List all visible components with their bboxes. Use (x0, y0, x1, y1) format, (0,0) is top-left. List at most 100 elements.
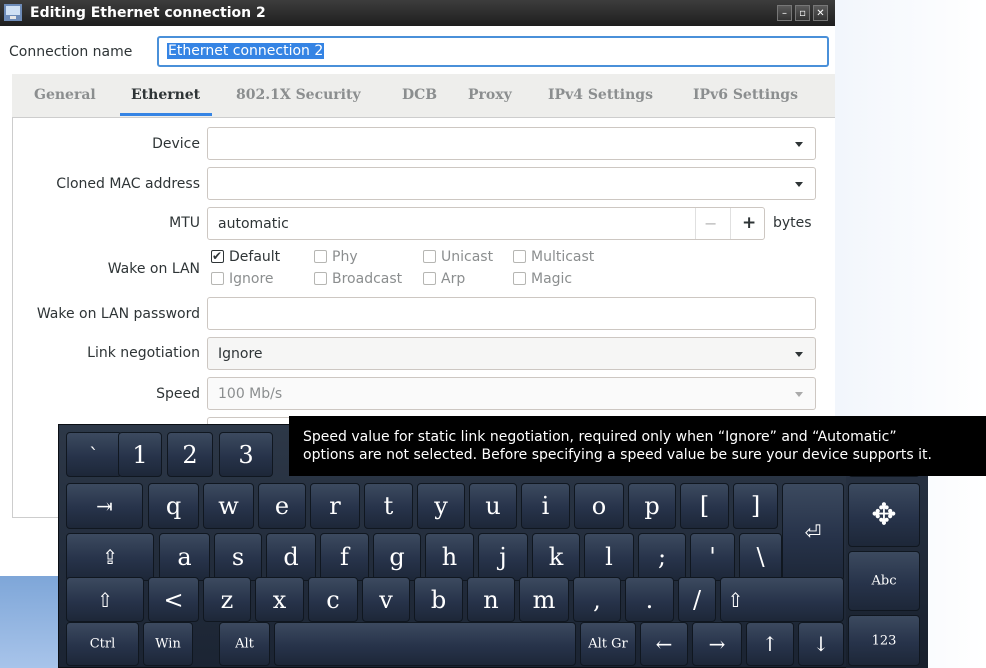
connection-name-value: Ethernet connection 2 (167, 43, 325, 59)
arrow-down-icon: ↓ (812, 632, 830, 656)
key-quote[interactable]: ' (690, 533, 735, 581)
key-comma[interactable]: , (573, 577, 621, 622)
key-slash[interactable]: / (678, 577, 716, 622)
connection-name-row: Connection name Ethernet connection 2 (0, 34, 835, 68)
key-arrow-right[interactable]: → (692, 622, 742, 666)
device-combo[interactable] (207, 127, 816, 160)
tab-dcb[interactable]: DCB (402, 87, 437, 103)
key-z[interactable]: z (203, 577, 251, 622)
tab-ethernet[interactable]: Ethernet (131, 87, 200, 103)
wol-phy-label: Phy (332, 249, 358, 265)
speed-combo[interactable]: 100 Mb/s (207, 377, 816, 410)
key-tab[interactable]: ⇥ (66, 483, 143, 529)
key-ctrl[interactable]: Ctrl (66, 622, 139, 666)
key-win[interactable]: Win (143, 622, 193, 666)
key-alt-gr[interactable]: Alt Gr (580, 622, 636, 666)
key-y[interactable]: y (417, 483, 465, 529)
key-space[interactable] (274, 622, 576, 666)
key-q[interactable]: q (148, 483, 199, 529)
tab-proxy[interactable]: Proxy (468, 87, 512, 103)
key-x[interactable]: x (255, 577, 304, 622)
key-d[interactable]: d (266, 533, 316, 581)
key-enter[interactable]: ⏎ (782, 483, 844, 581)
key-j[interactable]: j (478, 533, 528, 581)
key-p[interactable]: p (628, 483, 676, 529)
key-backslash[interactable]: \ (739, 533, 782, 581)
wol-phy-checkbox[interactable]: Phy (314, 249, 358, 265)
mtu-increment-button[interactable]: + (742, 213, 756, 233)
key-2[interactable]: 2 (167, 432, 213, 477)
wol-arp-checkbox[interactable]: Arp (423, 271, 465, 287)
key-move[interactable]: ✥ (848, 483, 920, 547)
wol-unicast-checkbox[interactable]: Unicast (423, 249, 493, 265)
active-tab-indicator (120, 113, 212, 116)
wol-broadcast-label: Broadcast (332, 271, 403, 287)
key-arrow-down[interactable]: ↓ (798, 622, 844, 666)
key-caps-lock[interactable]: ⇪ (66, 533, 154, 581)
key-s[interactable]: s (214, 533, 262, 581)
tab-ipv4-settings[interactable]: IPv4 Settings (548, 87, 653, 103)
key-semicolon[interactable]: ; (638, 533, 686, 581)
key-abc[interactable]: Abc (848, 551, 920, 611)
wol-multicast-checkbox[interactable]: Multicast (513, 249, 594, 265)
key-e[interactable]: e (258, 483, 306, 529)
wol-ignore-checkbox[interactable]: Ignore (211, 271, 274, 287)
key-alt[interactable]: Alt (219, 622, 270, 666)
wol-arp-label: Arp (441, 271, 466, 287)
mtu-decrement-button[interactable]: − (704, 214, 717, 233)
cloned-mac-combo[interactable] (207, 167, 816, 200)
wol-default-checkbox[interactable]: Default (211, 248, 281, 265)
checkbox-icon (513, 250, 526, 263)
title-bar[interactable]: Editing Ethernet connection 2 – ▫ ✕ (0, 0, 835, 26)
wol-unicast-label: Unicast (441, 249, 494, 265)
key-period[interactable]: . (625, 577, 674, 622)
key-g[interactable]: g (373, 533, 421, 581)
maximize-button[interactable]: ▫ (795, 5, 810, 21)
tooltip-line-1: Speed value for static link negotiation,… (303, 429, 897, 445)
key-arrow-left[interactable]: ← (640, 622, 688, 666)
key-123[interactable]: 123 (848, 615, 920, 666)
key-u[interactable]: u (469, 483, 517, 529)
minimize-button[interactable]: – (777, 5, 792, 21)
key-r[interactable]: r (310, 483, 360, 529)
key-1[interactable]: 1 (118, 432, 162, 477)
link-negotiation-value: Ignore (218, 346, 263, 362)
key-c[interactable]: c (308, 577, 358, 622)
wol-broadcast-checkbox[interactable]: Broadcast (314, 271, 402, 287)
key-arrow-up[interactable]: ↑ (746, 622, 794, 666)
key-v[interactable]: v (362, 577, 410, 622)
key-i[interactable]: i (521, 483, 570, 529)
key-less-than[interactable]: < (148, 577, 199, 622)
desktop-background (0, 576, 60, 668)
key-o[interactable]: o (574, 483, 624, 529)
key-n[interactable]: n (467, 577, 515, 622)
connection-name-input[interactable]: Ethernet connection 2 (157, 36, 829, 67)
key-b[interactable]: b (414, 577, 463, 622)
key-a[interactable]: a (159, 533, 210, 581)
key-t[interactable]: t (364, 483, 413, 529)
key-w[interactable]: w (203, 483, 254, 529)
wol-default-label: Default (229, 249, 281, 265)
tab-general[interactable]: General (34, 87, 96, 103)
key-k[interactable]: k (532, 533, 580, 581)
tab-ipv6-settings[interactable]: IPv6 Settings (693, 87, 798, 103)
tab-802-1x-security[interactable]: 802.1X Security (236, 87, 361, 103)
key-h[interactable]: h (425, 533, 474, 581)
key-l[interactable]: l (584, 533, 634, 581)
key-bracket-left[interactable]: [ (680, 483, 729, 529)
move-icon: ✥ (871, 497, 897, 533)
key-shift-left[interactable]: ⇧ (66, 577, 144, 622)
wake-on-lan-label: Wake on LAN (107, 261, 200, 277)
key-bracket-right[interactable]: ] (733, 483, 778, 529)
mtu-spinbutton[interactable]: automatic − + (207, 207, 765, 240)
key-f[interactable]: f (320, 533, 369, 581)
key-backtick[interactable]: ` (66, 432, 122, 477)
key-m[interactable]: m (519, 577, 569, 622)
wol-magic-checkbox[interactable]: Magic (513, 271, 572, 287)
link-negotiation-combo[interactable]: Ignore (207, 337, 816, 370)
close-button[interactable]: ✕ (813, 5, 828, 21)
key-3[interactable]: 3 (219, 432, 273, 477)
key-shift-right[interactable]: ⇧ (720, 577, 844, 622)
wol-password-input[interactable] (207, 297, 816, 330)
arrow-up-icon: ↑ (761, 632, 779, 656)
